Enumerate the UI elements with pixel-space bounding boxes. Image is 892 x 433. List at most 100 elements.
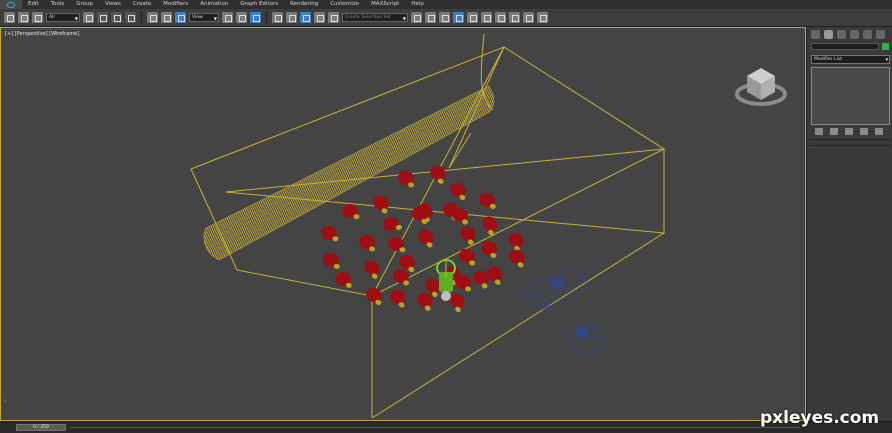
utilities-tab-icon[interactable]: [876, 30, 885, 39]
light-bulb[interactable]: [478, 191, 499, 209]
time-slider[interactable]: 0 / 250: [16, 424, 66, 431]
selection-filter-value: All: [49, 15, 55, 20]
light-bulb[interactable]: [484, 264, 507, 286]
graphite-ribbon-icon[interactable]: [453, 12, 464, 23]
render-setup-icon[interactable]: [509, 12, 520, 23]
light-bulb[interactable]: [370, 193, 393, 215]
modify-tab-icon[interactable]: [824, 30, 833, 39]
select-move-icon[interactable]: [147, 12, 158, 23]
view-cube[interactable]: [735, 68, 787, 106]
remove-modifier-icon[interactable]: [860, 128, 868, 135]
layer-manager-icon[interactable]: [439, 12, 450, 23]
stack-tools: [815, 128, 883, 135]
reference-coordinate-dropdown[interactable]: View ▼: [189, 13, 219, 22]
window-crossing-icon[interactable]: [125, 12, 136, 23]
light-bulb[interactable]: [361, 258, 384, 280]
light-bulb[interactable]: [457, 247, 479, 266]
chevron-down-icon: ▾: [885, 57, 888, 63]
light-bulb[interactable]: [396, 169, 418, 188]
configure-modifier-sets-icon[interactable]: [875, 128, 883, 135]
bulb-glass: [366, 287, 382, 303]
bulb-glass: [399, 254, 415, 270]
rendered-frame-window-icon[interactable]: [523, 12, 534, 23]
timeline-track[interactable]: [70, 427, 800, 428]
menu-help[interactable]: Help: [405, 0, 430, 9]
light-bulb[interactable]: [387, 287, 410, 309]
percent-snap-icon[interactable]: [300, 12, 311, 23]
bulb-glass: [481, 240, 497, 256]
menu-modifiers[interactable]: Modifiers: [157, 0, 194, 9]
menu-create[interactable]: Create: [127, 0, 157, 9]
menu-tools[interactable]: Tools: [45, 0, 71, 9]
modifier-list-dropdown[interactable]: Modifier List ▾: [811, 55, 890, 64]
select-manipulate-icon[interactable]: [236, 12, 247, 23]
menu-views[interactable]: Views: [99, 0, 127, 9]
select-scale-icon[interactable]: [175, 12, 186, 23]
render-production-icon[interactable]: [537, 12, 548, 23]
scene-wireframe: [190, 33, 787, 419]
menu-animation[interactable]: Animation: [194, 0, 234, 9]
light-bulb[interactable]: [505, 229, 528, 252]
select-link-icon[interactable]: [4, 12, 15, 23]
hierarchy-tab-icon[interactable]: [837, 30, 846, 39]
mirror-icon[interactable]: [411, 12, 422, 23]
rectangular-region-icon[interactable]: [111, 12, 122, 23]
light-bulb[interactable]: [320, 225, 339, 242]
align-icon[interactable]: [425, 12, 436, 23]
schematic-view-icon[interactable]: [481, 12, 492, 23]
unlink-icon[interactable]: [18, 12, 29, 23]
menu-rendering[interactable]: Rendering: [284, 0, 324, 9]
select-by-name-icon[interactable]: [97, 12, 108, 23]
material-editor-icon[interactable]: [495, 12, 506, 23]
pivot-center-icon[interactable]: [222, 12, 233, 23]
named-selection-dropdown[interactable]: Create Selection Set ▼: [342, 13, 408, 22]
chevron-down-icon: ▼: [402, 16, 406, 21]
snaps-toggle-icon[interactable]: [272, 12, 283, 23]
curve-editor-icon[interactable]: [467, 12, 478, 23]
create-tab-icon[interactable]: [811, 30, 820, 39]
show-end-result-icon[interactable]: [830, 128, 838, 135]
light-bulb[interactable]: [479, 213, 502, 236]
light-bulb[interactable]: [334, 270, 355, 288]
keyboard-shortcut-override-icon[interactable]: [250, 12, 261, 23]
display-tab-icon[interactable]: [863, 30, 872, 39]
cove-mesh[interactable]: [203, 85, 494, 261]
light-bulb[interactable]: [457, 224, 480, 246]
make-unique-icon[interactable]: [845, 128, 853, 135]
light-bulb[interactable]: [427, 163, 450, 185]
pin-stack-icon[interactable]: [815, 128, 823, 135]
object-color-swatch[interactable]: [882, 43, 889, 50]
app-logo-button[interactable]: [0, 0, 22, 9]
menu-edit[interactable]: Edit: [22, 0, 45, 9]
perspective-viewport[interactable]: [+] [Perspective] [Wireframe]: [0, 27, 806, 421]
light-bulb[interactable]: [415, 227, 438, 249]
light-bulb[interactable]: [506, 247, 529, 269]
object-name-field[interactable]: [811, 43, 879, 50]
menu-maxscript[interactable]: MAXScript: [365, 0, 405, 9]
modifier-stack[interactable]: [811, 67, 890, 125]
menu-customize[interactable]: Customize: [324, 0, 365, 9]
light-bulb[interactable]: [357, 233, 379, 252]
menu-bar: Edit Tools Group Views Create Modifiers …: [0, 0, 892, 9]
select-rotate-icon[interactable]: [161, 12, 172, 23]
edit-named-selection-icon[interactable]: [328, 12, 339, 23]
blue-light-objects[interactable]: [520, 267, 608, 357]
select-object-icon[interactable]: [83, 12, 94, 23]
spinner-snap-icon[interactable]: [314, 12, 325, 23]
light-bulb[interactable]: [382, 215, 403, 233]
chevron-down-icon: ▼: [74, 16, 78, 21]
motion-tab-icon[interactable]: [850, 30, 859, 39]
selection-filter-dropdown[interactable]: All ▼: [46, 13, 80, 22]
main-toolbar: All ▼ View ▼ Create Selection Set ▼: [0, 9, 892, 27]
light-bulb[interactable]: [479, 238, 501, 259]
bind-space-warp-icon[interactable]: [32, 12, 43, 23]
menu-group[interactable]: Group: [70, 0, 99, 9]
light-bulb[interactable]: [448, 180, 470, 201]
menu-graph-editors[interactable]: Graph Editors: [234, 0, 284, 9]
light-bulb[interactable]: [364, 285, 386, 306]
light-bulb[interactable]: [341, 203, 360, 220]
timeline-bar: 0 / 250: [0, 421, 892, 433]
angle-snap-icon[interactable]: [286, 12, 297, 23]
light-bulb[interactable]: [322, 251, 343, 269]
light-bulb[interactable]: [387, 236, 406, 253]
